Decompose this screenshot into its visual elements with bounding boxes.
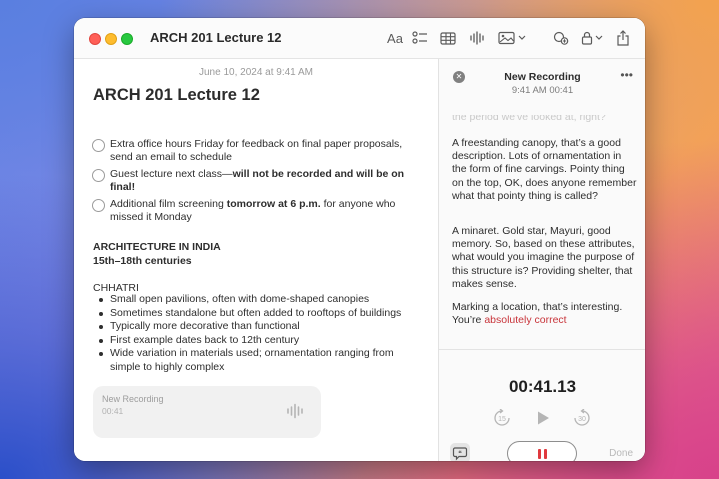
audio-waveform-icon[interactable] <box>467 28 487 48</box>
recording-title: New Recording <box>504 71 581 83</box>
transcript-highlight: absolutely correct <box>484 314 567 327</box>
skip-back-15-icon[interactable]: 15 <box>493 408 511 432</box>
recording-panel: ✕ New Recording 9:41 AM 00:41 ••• the pe… <box>438 59 645 461</box>
audio-recording-card[interactable]: New Recording 00:41 <box>93 386 321 438</box>
transcript-paragraph: Marking a location, that’s interesting. … <box>452 301 623 327</box>
checklist-text[interactable]: Additional film screening tomorrow at 6 … <box>110 198 412 224</box>
zoom-window-button[interactable] <box>121 33 133 45</box>
checklist-checkbox[interactable] <box>92 169 105 182</box>
minimize-window-button[interactable] <box>105 33 117 45</box>
skip-back-label: 15 <box>498 416 506 423</box>
checklist-checkbox[interactable] <box>92 199 105 212</box>
pause-icon <box>538 449 541 459</box>
recording-subtitle: 9:41 AM 00:41 <box>511 85 574 96</box>
play-icon[interactable] <box>535 410 551 431</box>
section-subheading: 15th–18th centuries <box>93 255 192 267</box>
close-window-button[interactable] <box>89 33 101 45</box>
table-icon[interactable] <box>438 28 458 48</box>
notes-window: ARCH 201 Lecture 12 Aa June 10, 2024 at … <box>74 18 645 461</box>
transcript-paragraph: A freestanding canopy, that’s a good des… <box>452 137 637 202</box>
window-title: ARCH 201 Lecture 12 <box>150 30 282 45</box>
checklist-item[interactable]: Additional film screening tomorrow at 6 … <box>92 198 412 224</box>
pause-icon <box>544 449 547 459</box>
checklist-icon[interactable] <box>410 28 430 48</box>
svg-text:❝: ❝ <box>458 451 462 458</box>
note-title[interactable]: ARCH 201 Lecture 12 <box>93 86 260 105</box>
checklist-text[interactable]: Guest lecture next class—will not be rec… <box>110 168 412 194</box>
divider <box>439 349 645 350</box>
note-editor[interactable]: June 10, 2024 at 9:41 AM ARCH 201 Lectur… <box>74 59 438 461</box>
more-options-icon[interactable]: ••• <box>620 68 633 82</box>
list-item: First example dates back to 12th century <box>93 334 423 348</box>
pause-button[interactable] <box>507 441 577 461</box>
recording-card-title: New Recording <box>102 394 164 404</box>
checklist-item[interactable]: Guest lecture next class—will not be rec… <box>92 168 412 194</box>
title-bar: ARCH 201 Lecture 12 Aa <box>74 18 645 59</box>
done-button[interactable]: Done <box>609 448 633 459</box>
list-item: Typically more decorative than functiona… <box>93 320 423 334</box>
bullet-list: Small open pavilions, often with dome-sh… <box>93 293 423 374</box>
transcript-paragraph: A minaret. Gold star, Mayuri, good memor… <box>452 225 635 290</box>
transcript-faded-line: the period we've looked at, right? <box>452 115 606 123</box>
note-date: June 10, 2024 at 9:41 AM <box>199 67 313 78</box>
lock-icon[interactable] <box>579 28 607 48</box>
skip-forward-30-icon[interactable]: 30 <box>573 408 591 432</box>
transcript-toggle-button[interactable]: ❝ <box>450 443 470 461</box>
checklist-text[interactable]: Extra office hours Friday for feedback o… <box>110 138 412 164</box>
recording-card-duration: 00:41 <box>102 406 124 416</box>
list-item: Wide variation in materials used; orname… <box>93 347 423 374</box>
list-item: Small open pavilions, often with dome-sh… <box>93 293 423 307</box>
checklist-item[interactable]: Extra office hours Friday for feedback o… <box>92 138 412 164</box>
recording-timer: 00:41.13 <box>508 377 577 396</box>
waveform-icon <box>286 403 304 424</box>
list-item: Sometimes standalone but often added to … <box>93 307 423 321</box>
format-text-icon[interactable]: Aa <box>384 28 406 48</box>
share-icon[interactable] <box>614 28 632 48</box>
transcript: the period we've looked at, right? A fre… <box>439 115 645 349</box>
media-icon[interactable] <box>496 28 528 48</box>
skip-forward-label: 30 <box>578 416 586 423</box>
section-heading: ARCHITECTURE IN INDIA <box>93 241 221 253</box>
checklist-checkbox[interactable] <box>92 139 105 152</box>
quote-bubble-icon: ❝ <box>452 447 468 461</box>
collaborate-icon[interactable] <box>551 28 571 48</box>
